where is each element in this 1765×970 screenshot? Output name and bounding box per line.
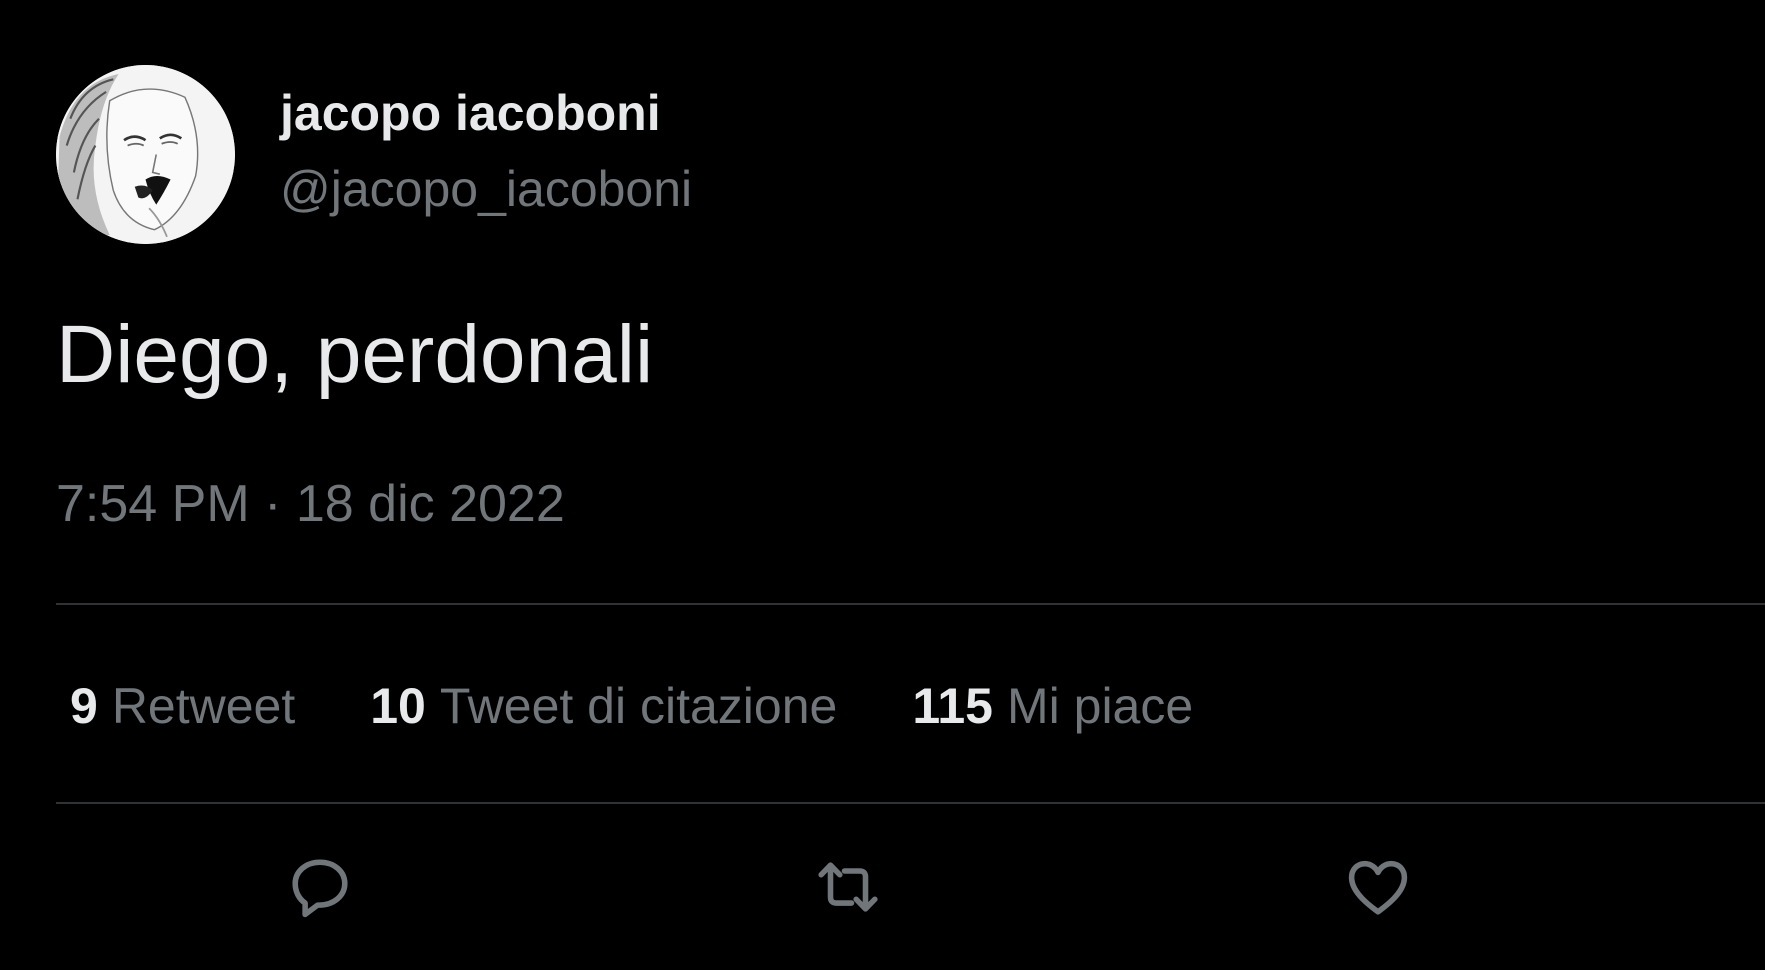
reply-icon xyxy=(292,859,348,918)
engagement-stats: 9 Retweet 10 Tweet di citazione 115 Mi p… xyxy=(70,677,1193,735)
tweet-text: Diego, perdonali xyxy=(56,309,654,400)
tweet-actions xyxy=(0,852,1765,922)
retweet-icon xyxy=(818,862,878,912)
avatar-image xyxy=(56,65,235,244)
tweet-timestamp[interactable]: 7:54 PM · 18 dic 2022 xyxy=(56,474,565,534)
like-label: Mi piace xyxy=(1006,678,1194,734)
quote-tweet-count: 10 xyxy=(370,678,426,734)
retweet-button[interactable] xyxy=(810,852,886,922)
retweet-label: Retweet xyxy=(111,678,296,734)
divider xyxy=(56,802,1765,804)
author-handle[interactable]: @jacopo_iacoboni xyxy=(280,160,692,218)
author-display-name[interactable]: jacopo iacoboni xyxy=(280,84,661,142)
like-count: 115 xyxy=(912,678,993,734)
like-count-link[interactable]: 115 Mi piace xyxy=(912,677,1193,735)
reply-button[interactable] xyxy=(282,852,358,922)
divider xyxy=(56,603,1765,605)
like-button[interactable] xyxy=(1340,852,1416,922)
quote-tweet-count-link[interactable]: 10 Tweet di citazione xyxy=(370,677,837,735)
heart-icon xyxy=(1348,860,1408,915)
quote-tweet-label: Tweet di citazione xyxy=(439,678,838,734)
avatar[interactable] xyxy=(56,65,235,244)
retweet-count-link[interactable]: 9 Retweet xyxy=(70,677,295,735)
retweet-count: 9 xyxy=(70,678,98,734)
